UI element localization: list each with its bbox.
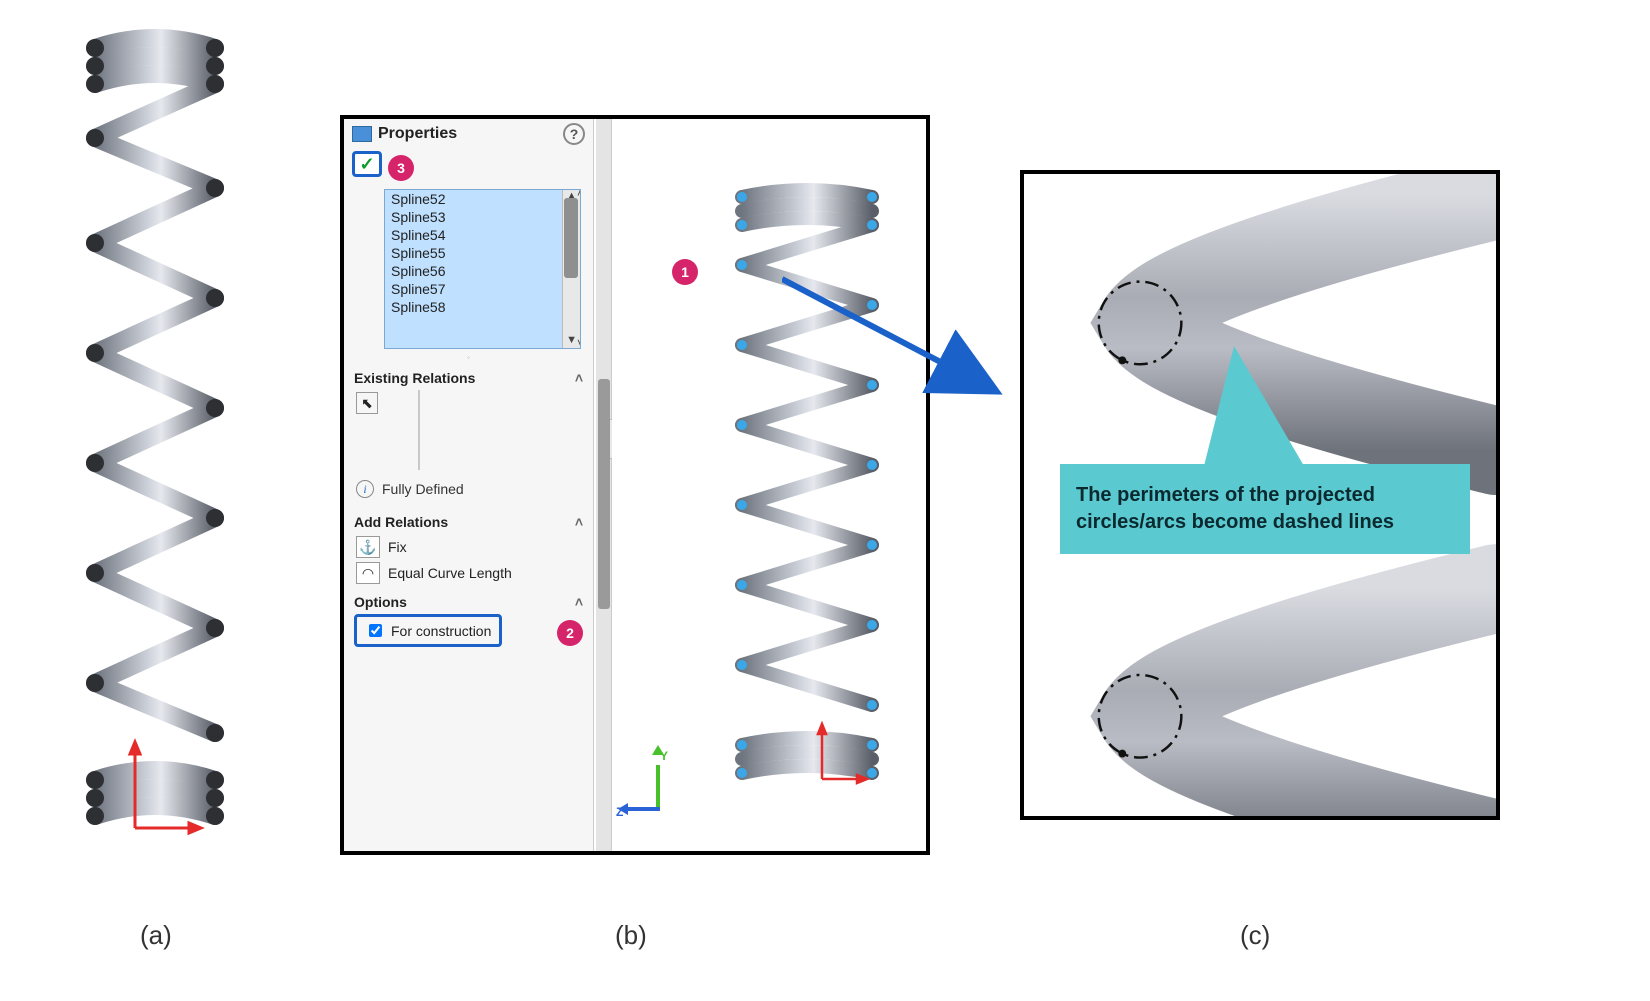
relations-icon: ⬉ <box>356 392 378 414</box>
checkmark-icon: ✓ <box>359 154 374 175</box>
panel-c: The perimeters of the projected circles/… <box>1020 170 1500 820</box>
properties-pane: Properties ? ✓ 3 Spline52 Spline53 Splin… <box>344 119 594 851</box>
chevron-down-icon[interactable]: ˅ <box>577 336 581 349</box>
properties-title: Properties <box>378 125 457 143</box>
options-body: For construction 2 <box>344 614 593 653</box>
list-item[interactable]: Spline56 <box>385 262 580 280</box>
figure-canvas: Properties ? ✓ 3 Spline52 Spline53 Splin… <box>20 20 1650 981</box>
for-construction-option[interactable]: For construction <box>354 614 502 647</box>
for-construction-checkbox[interactable] <box>369 624 382 637</box>
callout-pointer <box>1204 346 1304 466</box>
properties-header: Properties ? <box>344 119 593 149</box>
model-viewport[interactable]: 1 <box>612 119 926 851</box>
view-triad: Y Z <box>622 751 692 821</box>
callout-1: 1 <box>672 259 698 285</box>
anchor-icon: ⚓ <box>356 536 380 558</box>
caption-c: (c) <box>1240 920 1270 951</box>
relation-fix[interactable]: ⚓ Fix <box>344 534 593 560</box>
add-relations-header[interactable]: Add Relations ˄ <box>344 506 593 534</box>
confirm-row: ✓ 3 <box>344 149 593 183</box>
existing-relations-listbox[interactable] <box>418 390 420 470</box>
callout-text: The perimeters of the projected circles/… <box>1076 484 1394 533</box>
spring-illustration-b <box>722 179 892 799</box>
ok-button[interactable]: ✓ <box>352 151 382 177</box>
panel-a <box>75 28 235 848</box>
caption-b: (b) <box>615 920 647 951</box>
panel-b: Properties ? ✓ 3 Spline52 Spline53 Splin… <box>340 115 930 855</box>
chevron-up-icon: ˄ <box>575 514 583 530</box>
scrollbar-thumb[interactable] <box>598 379 610 609</box>
list-item[interactable]: Spline52 <box>385 190 580 208</box>
scrollbar-thumb[interactable] <box>564 198 578 278</box>
list-item[interactable]: Spline57 <box>385 280 580 298</box>
chevron-up-icon: ˄ <box>575 370 583 386</box>
relation-equal-curve-length[interactable]: ◠ Equal Curve Length <box>344 560 593 586</box>
status-text: Fully Defined <box>382 481 464 497</box>
callout-box: The perimeters of the projected circles/… <box>1060 464 1470 554</box>
resize-grip-icon[interactable]: ◦ <box>344 353 593 362</box>
listbox-scrollbar[interactable]: ▲ ▼ <box>562 190 580 348</box>
properties-icon <box>352 126 372 142</box>
selection-listbox[interactable]: Spline52 Spline53 Spline54 Spline55 Spli… <box>384 189 581 349</box>
list-item[interactable]: Spline55 <box>385 244 580 262</box>
info-icon: i <box>356 480 374 498</box>
chevron-up-icon[interactable]: ˄ <box>577 189 581 200</box>
status-row: i Fully Defined <box>344 476 593 506</box>
chevron-down-icon[interactable]: ▼ <box>566 334 577 346</box>
help-icon[interactable]: ? <box>563 123 585 145</box>
spring-illustration-a <box>75 28 235 848</box>
existing-relations-header[interactable]: Existing Relations ˄ <box>344 362 593 390</box>
arc-icon: ◠ <box>356 562 380 584</box>
list-item[interactable]: Spline53 <box>385 208 580 226</box>
add-relations-list: ⚓ Fix ◠ Equal Curve Length <box>344 534 593 586</box>
list-item[interactable]: Spline58 <box>385 298 580 316</box>
pane-scrollbar[interactable] <box>596 119 612 851</box>
callout-2: 2 <box>557 620 583 646</box>
callout-3: 3 <box>388 155 414 181</box>
chevron-up-icon: ˄ <box>575 594 583 610</box>
caption-a: (a) <box>140 920 172 951</box>
options-header[interactable]: Options ˄ <box>344 586 593 614</box>
list-item[interactable]: Spline54 <box>385 226 580 244</box>
